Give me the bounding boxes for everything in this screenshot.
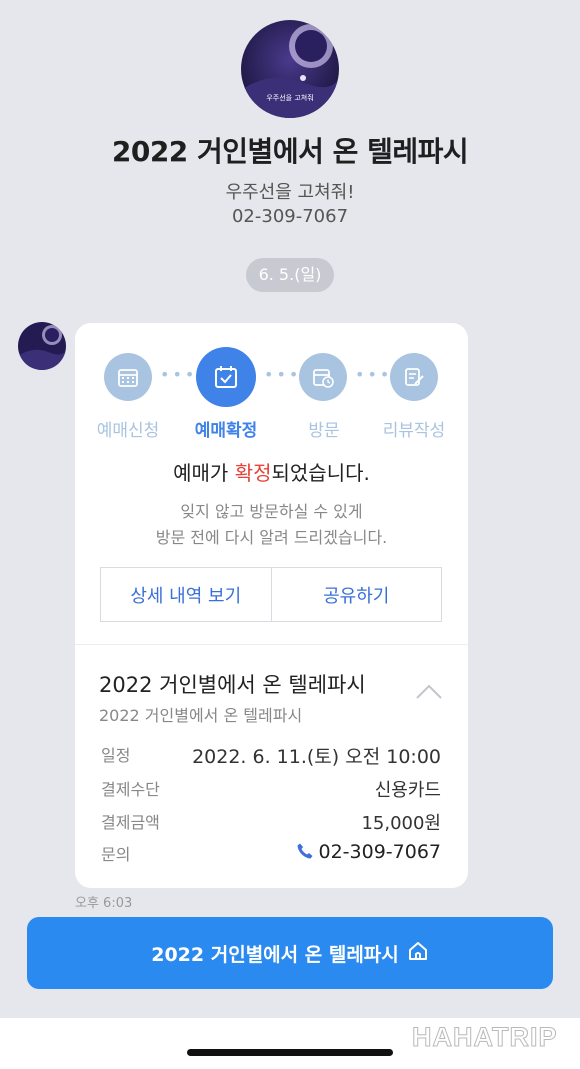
progress-steps: ••• ••• ••• 예매신청 예매확정 방문 리뷰작성 (75, 347, 468, 443)
watermark: HAHATRIP (412, 1022, 558, 1053)
confirm-text-after: 되었습니다. (271, 461, 370, 485)
info-row-amount: 결제금액 15,000원 (101, 809, 441, 837)
info-label: 결제금액 (101, 813, 160, 832)
step-connector: ••• (160, 365, 198, 384)
page-subtitle: 우주선을 고쳐줘! (225, 182, 355, 203)
document-pencil-icon (390, 353, 438, 401)
info-value: 15,000원 (361, 813, 441, 834)
card-divider (75, 644, 468, 645)
step-connector: ••• (264, 365, 302, 384)
phone-icon (297, 843, 313, 859)
message-timestamp: 오후 6:03 (75, 896, 133, 911)
view-details-button[interactable]: 상세 내역 보기 (101, 568, 271, 621)
step-label-confirmed: 예매확정 (194, 421, 258, 441)
show-subname: 2022 거인별에서 온 텔레파시 (99, 706, 303, 725)
calendar-check-icon (196, 347, 256, 407)
info-value: 2022. 6. 11.(토) 오전 10:00 (192, 746, 441, 768)
date-divider: 6. 5.(일) (246, 258, 334, 292)
inquiry-phone-text: 02-309-7067 (318, 841, 441, 863)
confirmation-message: 예매가 확정되었습니다. (75, 457, 468, 486)
sender-avatar[interactable] (18, 322, 66, 370)
info-label: 일정 (101, 746, 131, 765)
chevron-up-icon[interactable] (415, 683, 443, 705)
info-row-inquiry: 문의 02-309-7067 (101, 841, 441, 869)
info-row-payment-method: 결제수단 신용카드 (101, 776, 441, 804)
cta-label: 2022 거인별에서 온 텔레파시 (151, 943, 399, 966)
home-icon (407, 940, 429, 967)
reminder-line-2: 방문 전에 다시 알려 드리겠습니다. (155, 528, 388, 547)
action-buttons: 상세 내역 보기 공유하기 (100, 567, 442, 622)
booking-card: ••• ••• ••• 예매신청 예매확정 방문 리뷰작성 예매가 확정되었습니… (75, 323, 468, 888)
info-value: 신용카드 (374, 780, 441, 801)
inquiry-phone-link[interactable]: 02-309-7067 (296, 841, 441, 863)
page-title: 2022 거인별에서 온 텔레파시 (111, 135, 469, 168)
info-label: 결제수단 (101, 780, 160, 799)
calendar-grid-icon (104, 353, 152, 401)
svg-text:우주선을 고쳐줘: 우주선을 고쳐줘 (266, 93, 313, 102)
info-row-schedule: 일정 2022. 6. 11.(토) 오전 10:00 (101, 742, 441, 770)
header-phone[interactable]: 02-309-7067 (0, 206, 580, 227)
step-label-review: 리뷰작성 (382, 421, 446, 441)
share-button[interactable]: 공유하기 (270, 568, 441, 621)
home-indicator[interactable] (187, 1049, 393, 1056)
profile-image[interactable]: 우주선을 고쳐줘 (241, 20, 339, 118)
calendar-clock-icon (299, 353, 347, 401)
info-label: 문의 (101, 845, 131, 864)
step-label-apply: 예매신청 (96, 421, 160, 441)
step-label-visit: 방문 (308, 421, 340, 441)
step-connector: ••• (355, 365, 393, 384)
confirm-text-highlight: 확정 (234, 461, 272, 485)
reminder-line-1: 잊지 않고 방문하실 수 있게 (180, 502, 363, 521)
show-name: 2022 거인별에서 온 텔레파시 (99, 673, 366, 697)
show-home-button[interactable]: 2022 거인별에서 온 텔레파시 (27, 917, 553, 989)
confirm-text-before: 예매가 (173, 461, 235, 485)
